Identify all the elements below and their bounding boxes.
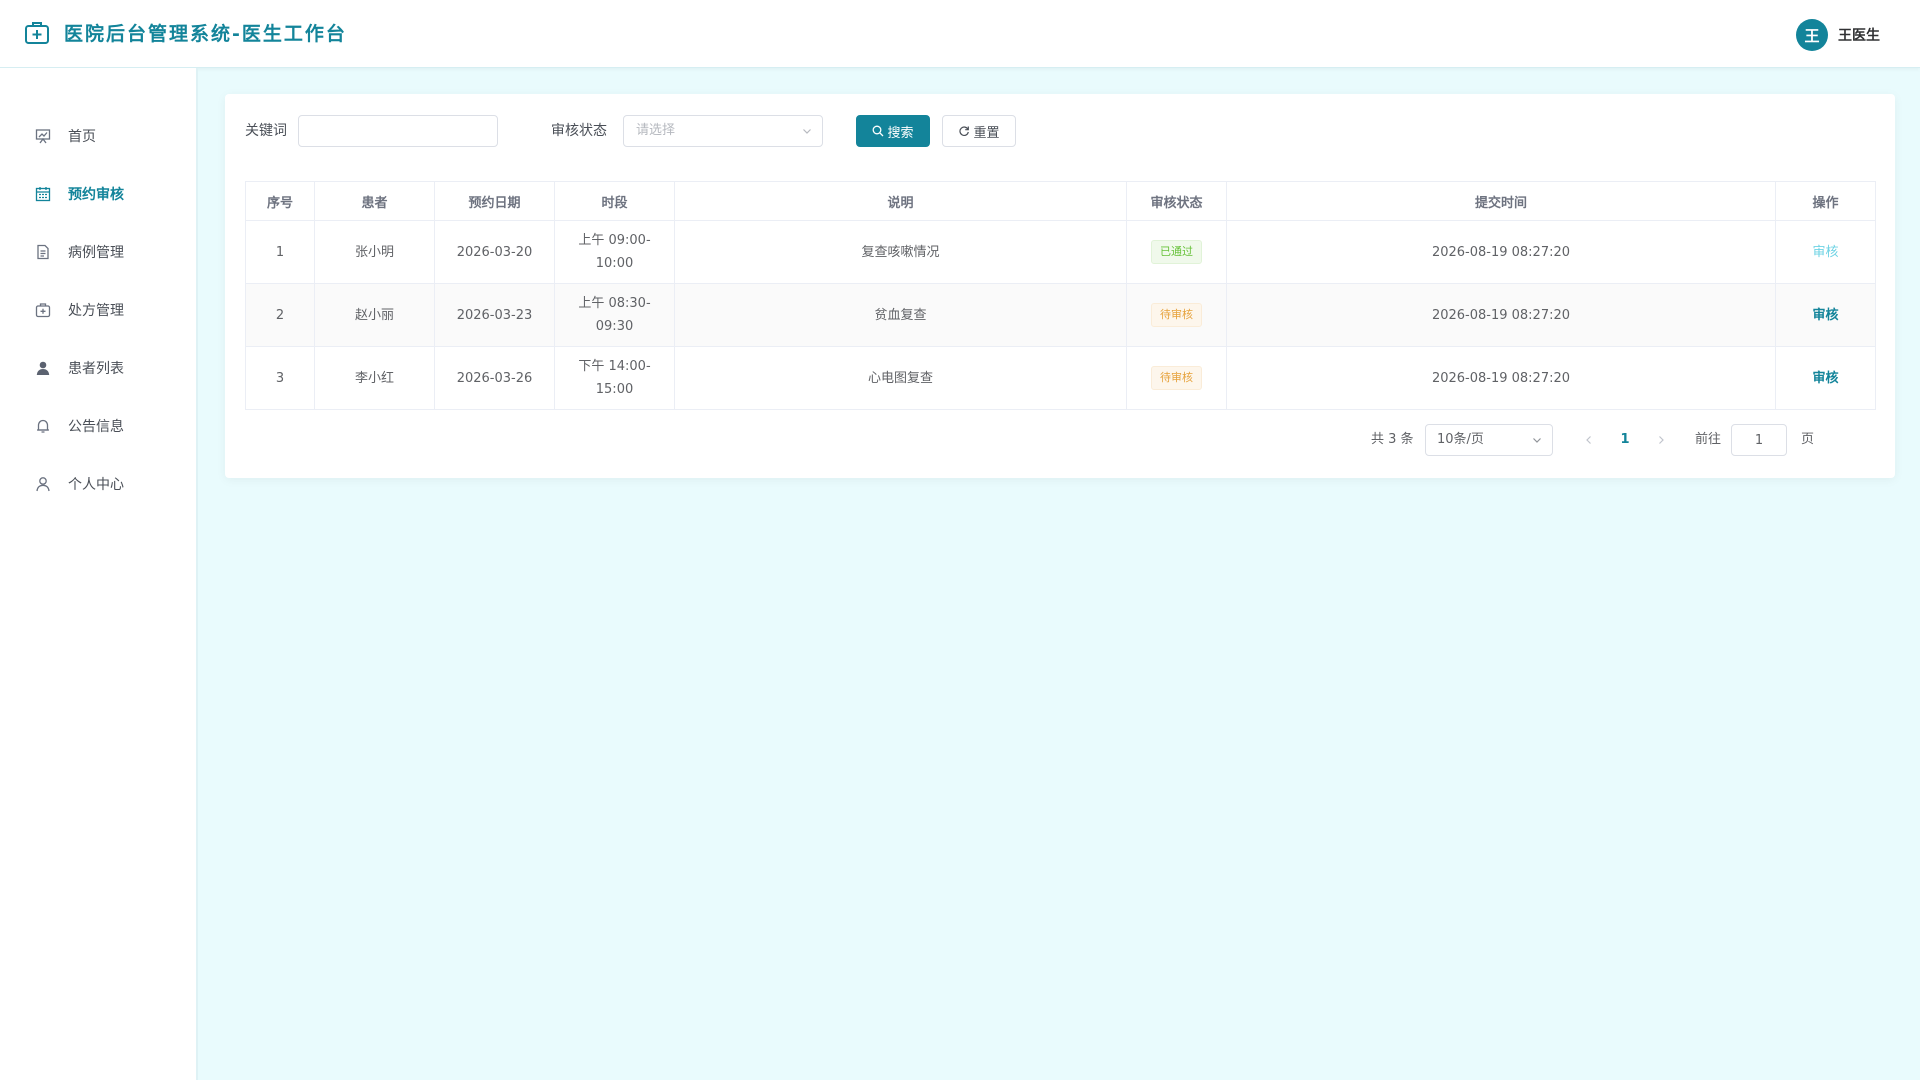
user-name[interactable]: 王医生 <box>1838 25 1880 45</box>
status-badge: 待审核 <box>1151 303 1202 327</box>
pagination: 共 3 条 10条/页 1 前往 页 <box>1275 424 1875 456</box>
chevron-down-icon <box>1533 438 1541 443</box>
cell-patient: 赵小丽 <box>314 283 435 347</box>
search-button[interactable]: 搜索 <box>856 115 930 147</box>
goto-page-unit: 页 <box>1801 432 1815 447</box>
medical-kit-icon <box>34 301 52 319</box>
sidebar-item-label: 处方管理 <box>68 303 124 319</box>
column-header-date: 预约日期 <box>434 181 555 221</box>
prev-page-button[interactable] <box>1579 424 1599 456</box>
document-icon <box>34 243 52 261</box>
cell-note: 心电图复查 <box>674 346 1127 410</box>
avatar[interactable]: 王 <box>1796 19 1828 51</box>
goto-page-input[interactable] <box>1731 424 1787 456</box>
sidebar-item-case-management[interactable]: 病例管理 <box>0 232 196 272</box>
cell-status: 已通过 <box>1126 220 1227 284</box>
reset-button-label: 重置 <box>973 125 1000 141</box>
table-header-row: 序号 患者 预约日期 时段 说明 审核状态 提交时间 操作 <box>245 181 1876 221</box>
page-size-select[interactable]: 10条/页 <box>1425 424 1553 456</box>
next-page-button[interactable] <box>1651 424 1671 456</box>
cell-slot: 上午 09:00-10:00 <box>554 220 675 284</box>
sidebar-item-label: 公告信息 <box>68 419 124 435</box>
status-label: 审核状态 <box>551 123 607 139</box>
chevron-left-icon <box>1586 436 1591 444</box>
status-badge: 已通过 <box>1151 240 1202 264</box>
review-link[interactable]: 审核 <box>1812 308 1838 323</box>
appointment-table: 序号 患者 预约日期 时段 说明 审核状态 提交时间 操作 1 张小明 2026… <box>245 181 1876 410</box>
top-header: 医院后台管理系统-医生工作台 王 王医生 <box>0 0 1920 68</box>
sidebar: 首页 预约审核 病例管理 处方管理 患者列表 公告信息 个人中心 <box>0 68 198 1080</box>
status-select[interactable]: 请选择 <box>623 115 823 147</box>
column-header-note: 说明 <box>674 181 1127 221</box>
cell-date: 2026-03-20 <box>434 220 555 284</box>
page-number-current[interactable]: 1 <box>1617 424 1633 456</box>
sidebar-item-home[interactable]: 首页 <box>0 116 196 156</box>
cell-submitted: 2026-08-19 08:27:20 <box>1226 220 1776 284</box>
app-title: 医院后台管理系统-医生工作台 <box>64 23 347 45</box>
cell-slot: 上午 08:30-09:30 <box>554 283 675 347</box>
sidebar-item-label: 个人中心 <box>68 477 124 493</box>
cell-date: 2026-03-26 <box>434 346 555 410</box>
cell-patient: 张小明 <box>314 220 435 284</box>
page-size-value: 10条/页 <box>1437 432 1484 447</box>
sidebar-item-label: 病例管理 <box>68 245 124 261</box>
review-link[interactable]: 审核 <box>1812 371 1838 386</box>
sidebar-item-prescription-management[interactable]: 处方管理 <box>0 290 196 330</box>
cell-index: 3 <box>245 346 315 410</box>
bell-icon <box>34 417 52 435</box>
chevron-down-icon <box>803 129 811 134</box>
column-header-action: 操作 <box>1775 181 1876 221</box>
refresh-icon <box>959 126 970 136</box>
cell-index: 1 <box>245 220 315 284</box>
sidebar-item-label: 预约审核 <box>68 187 124 203</box>
user-filled-icon <box>34 359 52 377</box>
sidebar-item-patient-list[interactable]: 患者列表 <box>0 348 196 388</box>
sidebar-item-announcements[interactable]: 公告信息 <box>0 406 196 446</box>
chart-board-icon <box>34 127 52 145</box>
review-link[interactable]: 审核 <box>1812 245 1838 260</box>
cell-patient: 李小红 <box>314 346 435 410</box>
column-header-submitted: 提交时间 <box>1226 181 1776 221</box>
goto-label: 前往 <box>1695 432 1722 447</box>
search-icon <box>873 125 884 137</box>
appointment-review-panel: 关键词 审核状态 请选择 搜索 重置 序号 患者 预约日期 时段 说明 审核状态… <box>225 94 1895 478</box>
table-row: 2 赵小丽 2026-03-23 上午 08:30-09:30 贫血复查 待审核… <box>245 283 1876 347</box>
cell-submitted: 2026-08-19 08:27:20 <box>1226 283 1776 347</box>
cell-note: 复查咳嗽情况 <box>674 220 1127 284</box>
search-form: 关键词 审核状态 请选择 搜索 重置 <box>245 115 1865 147</box>
status-select-placeholder: 请选择 <box>636 123 676 138</box>
sidebar-item-appointment-review[interactable]: 预约审核 <box>0 174 196 214</box>
medical-kit-logo-icon <box>25 22 49 44</box>
table-row: 3 李小红 2026-03-26 下午 14:00-15:00 心电图复查 待审… <box>245 346 1876 410</box>
cell-action: 审核 <box>1775 283 1876 347</box>
cell-note: 贫血复查 <box>674 283 1127 347</box>
cell-status: 待审核 <box>1126 283 1227 347</box>
column-header-patient: 患者 <box>314 181 435 221</box>
cell-slot: 下午 14:00-15:00 <box>554 346 675 410</box>
cell-index: 2 <box>245 283 315 347</box>
table-row: 1 张小明 2026-03-20 上午 09:00-10:00 复查咳嗽情况 已… <box>245 220 1876 284</box>
cell-action: 审核 <box>1775 220 1876 284</box>
pagination-total: 共 3 条 <box>1371 432 1414 447</box>
column-header-slot: 时段 <box>554 181 675 221</box>
status-badge: 待审核 <box>1151 366 1202 390</box>
cell-status: 待审核 <box>1126 346 1227 410</box>
chevron-right-icon <box>1659 436 1664 444</box>
cell-action: 审核 <box>1775 346 1876 410</box>
user-menu[interactable]: 王 王医生 <box>1796 19 1880 51</box>
reset-button[interactable]: 重置 <box>942 115 1016 147</box>
sidebar-item-profile[interactable]: 个人中心 <box>0 464 196 504</box>
sidebar-item-label: 患者列表 <box>68 361 124 377</box>
cell-submitted: 2026-08-19 08:27:20 <box>1226 346 1776 410</box>
keyword-input[interactable] <box>298 115 498 147</box>
search-button-label: 搜索 <box>887 125 914 141</box>
keyword-label: 关键词 <box>245 123 287 139</box>
sidebar-item-label: 首页 <box>68 129 96 145</box>
calendar-icon <box>34 185 52 203</box>
column-header-status: 审核状态 <box>1126 181 1227 221</box>
column-header-index: 序号 <box>245 181 315 221</box>
cell-date: 2026-03-23 <box>434 283 555 347</box>
user-outline-icon <box>34 475 52 493</box>
